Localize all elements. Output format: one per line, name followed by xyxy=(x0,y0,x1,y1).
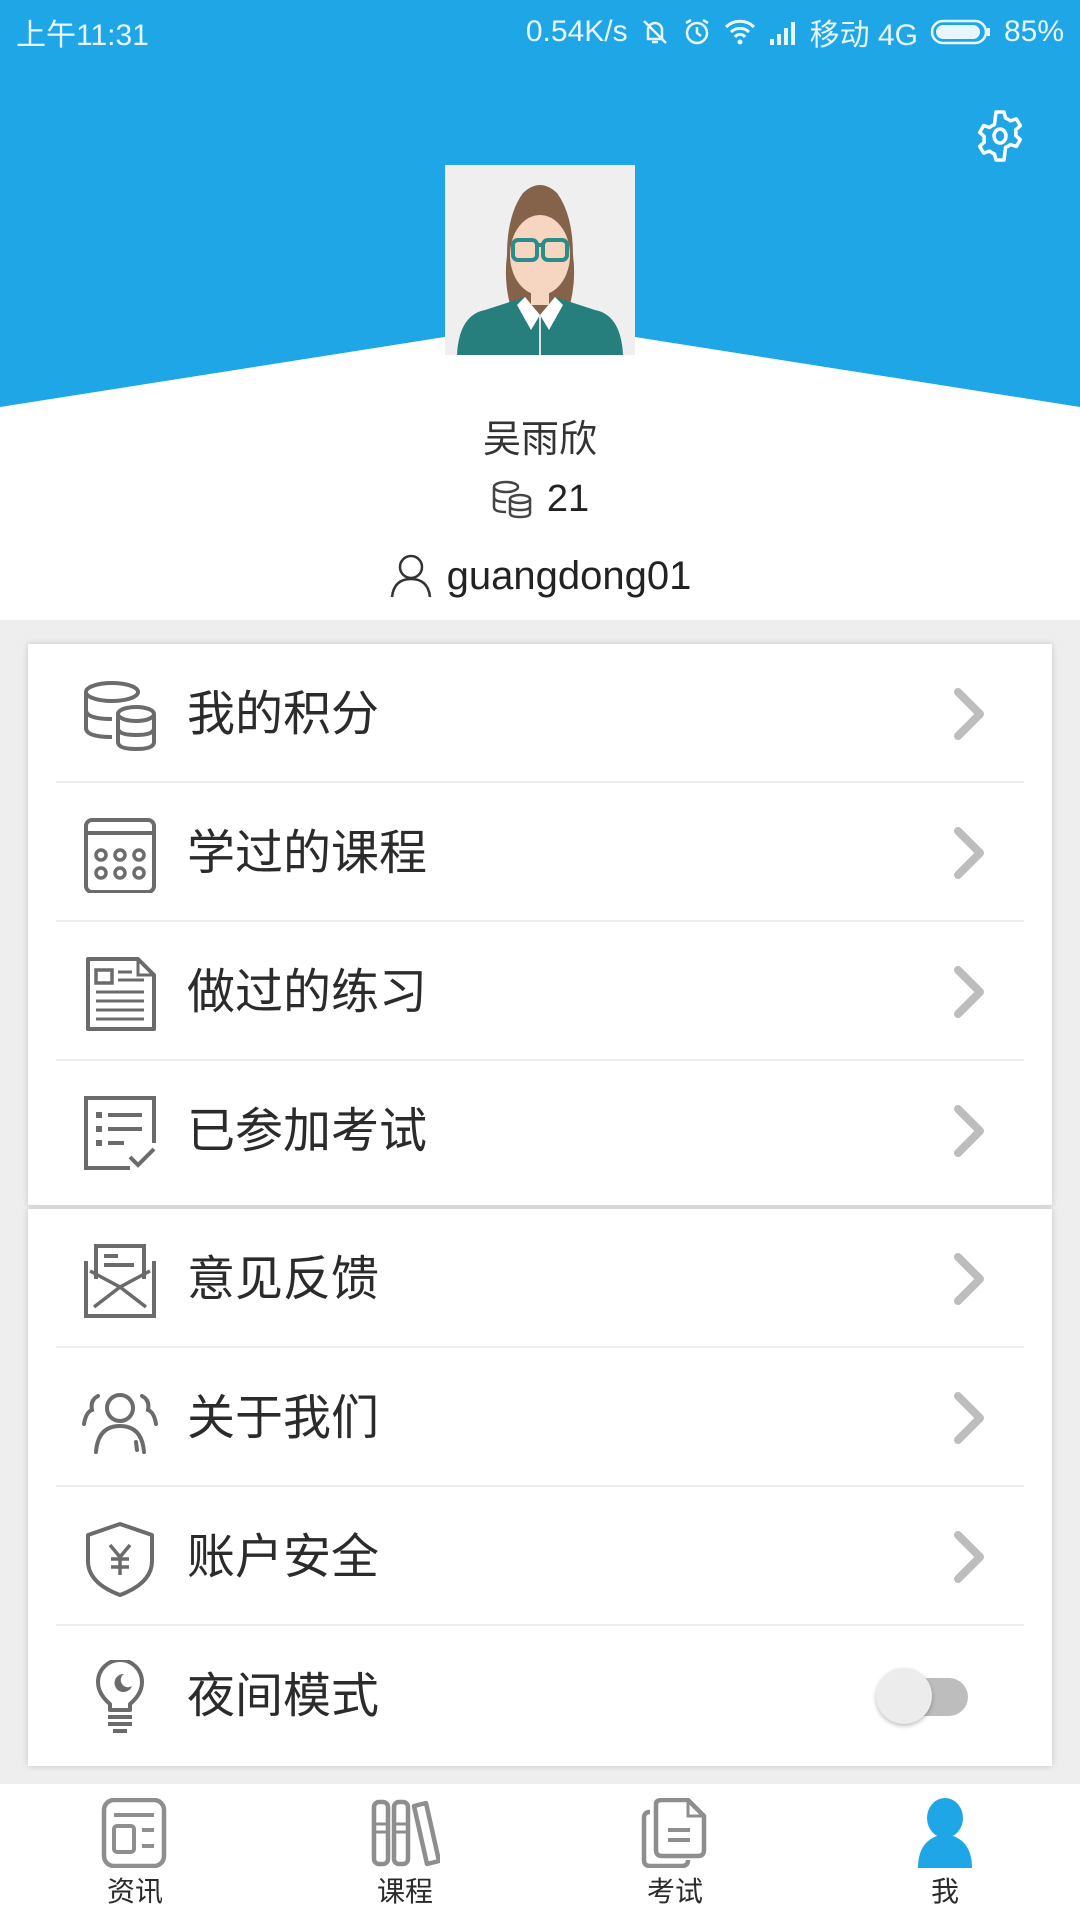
signal-icon xyxy=(769,22,795,45)
chevron-right-icon xyxy=(954,688,984,740)
points-summary: 21 xyxy=(0,478,1080,521)
settings-gear-icon[interactable] xyxy=(972,108,1028,164)
menu-item-feedback[interactable]: 意见反馈 xyxy=(28,1209,1052,1348)
menu-item-night-mode[interactable]: 夜间模式 xyxy=(28,1626,1052,1765)
group-icon xyxy=(82,1393,158,1454)
papers-icon xyxy=(641,1798,707,1868)
chevron-right-icon xyxy=(954,1253,984,1305)
menu-group-1: 我的积分 学过的课程 做过的练习 已参加考试 xyxy=(28,644,1052,1205)
menu-item-taken-exams[interactable]: 已参加考试 xyxy=(28,1061,1052,1200)
news-icon xyxy=(101,1798,167,1868)
bottom-nav: 资讯 课程 考试 我 xyxy=(0,1784,1080,1920)
bell-muted-icon xyxy=(642,20,667,44)
carrier-label: 移动 4G xyxy=(809,19,918,52)
person-icon xyxy=(918,1798,972,1868)
menu-item-label: 学过的课程 xyxy=(187,825,428,881)
menu-item-done-exercises[interactable]: 做过的练习 xyxy=(28,922,1052,1061)
menu-item-label: 做过的练习 xyxy=(187,964,428,1020)
network-speed: 0.54K/s xyxy=(525,15,628,48)
menu-item-label: 关于我们 xyxy=(187,1390,380,1446)
user-icon xyxy=(390,554,431,598)
menu-item-label: 意见反馈 xyxy=(187,1251,380,1307)
nav-tab-courses[interactable]: 课程 xyxy=(270,1784,540,1920)
lightbulb-icon xyxy=(96,1660,144,1733)
chevron-right-icon xyxy=(954,1392,984,1444)
menu-item-label: 夜间模式 xyxy=(187,1668,380,1724)
nav-tab-news[interactable]: 资讯 xyxy=(0,1784,270,1920)
menu-item-my-points[interactable]: 我的积分 xyxy=(28,644,1052,783)
chevron-right-icon xyxy=(954,966,984,1018)
document-icon xyxy=(86,957,156,1031)
battery-icon xyxy=(930,19,990,45)
menu-item-about-us[interactable]: 关于我们 xyxy=(28,1348,1052,1487)
alarm-icon xyxy=(684,18,709,45)
battery-percent: 85% xyxy=(1003,15,1064,48)
nav-tab-label: 资讯 xyxy=(106,1875,163,1908)
avatar-illustration xyxy=(445,165,635,355)
nav-tab-label: 课程 xyxy=(376,1875,433,1908)
menu-item-label: 已参加考试 xyxy=(187,1103,428,1159)
menu-item-label: 账户安全 xyxy=(187,1529,380,1585)
checklist-icon xyxy=(84,1096,156,1170)
chevron-right-icon xyxy=(954,1531,984,1583)
status-bar: 上午11:31 0.54K/s 移动 4G 85% xyxy=(0,0,1080,56)
menu-item-account-security[interactable]: 账户安全 xyxy=(28,1487,1052,1626)
points-value: 21 xyxy=(546,478,590,520)
user-name: 吴雨欣 xyxy=(482,417,597,461)
account-summary: guangdong01 xyxy=(0,553,1080,599)
night-mode-toggle[interactable] xyxy=(876,1666,976,1726)
books-icon xyxy=(371,1799,440,1867)
menu-item-label: 我的积分 xyxy=(187,686,380,742)
toggle-thumb xyxy=(876,1668,932,1724)
calendar-grid-icon xyxy=(84,818,156,893)
menu-item-learned-courses[interactable]: 学过的课程 xyxy=(28,783,1052,922)
shield-yen-icon xyxy=(86,1522,154,1597)
nav-tab-label: 考试 xyxy=(646,1875,703,1908)
status-time: 上午11:31 xyxy=(16,19,149,52)
nav-tab-me[interactable]: 我 xyxy=(810,1784,1080,1920)
avatar[interactable] xyxy=(445,165,635,355)
coins-icon xyxy=(84,681,156,752)
nav-tab-exams[interactable]: 考试 xyxy=(540,1784,810,1920)
coins-icon xyxy=(492,480,532,518)
nav-tab-label: 我 xyxy=(930,1875,959,1908)
username: guangdong01 xyxy=(446,553,692,598)
chevron-right-icon xyxy=(954,827,984,879)
wifi-icon xyxy=(724,19,755,45)
chevron-right-icon xyxy=(954,1105,984,1157)
menu-group-2: 意见反馈 关于我们 账户安全 夜间模式 xyxy=(28,1209,1052,1766)
envelope-icon xyxy=(84,1244,156,1318)
